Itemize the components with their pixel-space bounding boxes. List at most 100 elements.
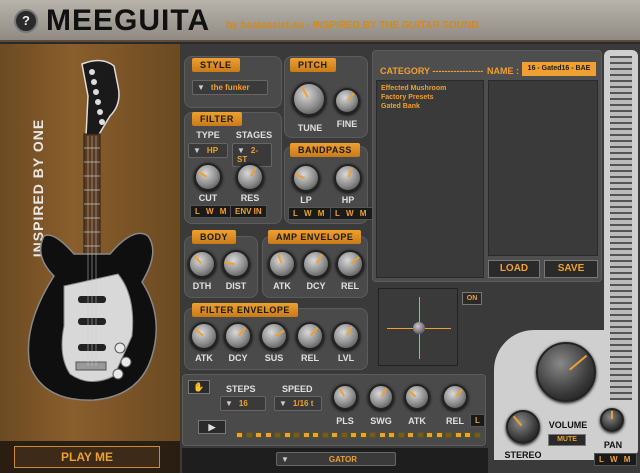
volume-label: VOLUME (548, 420, 588, 430)
tune-label: TUNE (297, 123, 323, 133)
cut-label: CUT (198, 193, 218, 203)
step-led[interactable] (302, 432, 310, 438)
dth-knob[interactable] (188, 250, 216, 278)
dropdown-arrow-icon: ▼ (193, 146, 201, 155)
category-item[interactable]: Factory Presets (377, 93, 483, 102)
speed-select[interactable]: ▼ 1/16 t (274, 396, 322, 411)
guitar-image-icon (27, 59, 157, 401)
fenv-lvl-label: LVL (337, 353, 355, 363)
step-led[interactable] (293, 432, 300, 438)
load-button[interactable]: LOAD (488, 260, 540, 278)
res-knob[interactable] (236, 163, 264, 191)
fine-knob[interactable] (334, 88, 360, 114)
pattern-select[interactable]: ▼ GATOR (276, 452, 396, 466)
lp-knob[interactable] (292, 164, 320, 192)
amp-rel-label: REL (341, 281, 359, 291)
step-led[interactable] (454, 432, 462, 438)
step-led[interactable] (407, 432, 414, 438)
seq-rel-knob[interactable] (442, 384, 468, 410)
step-led[interactable] (264, 432, 272, 438)
pls-label: PLS (336, 416, 354, 426)
pan-lwm-selector[interactable]: L W M (594, 453, 638, 466)
seq-l-toggle[interactable]: L (470, 414, 485, 427)
play-me-button[interactable]: PLAY ME (14, 446, 160, 468)
step-led[interactable] (426, 432, 433, 438)
step-led[interactable] (236, 432, 243, 438)
level-meter (610, 56, 632, 400)
pls-knob[interactable] (332, 384, 358, 410)
volume-knob[interactable] (536, 342, 596, 402)
step-led[interactable] (369, 432, 376, 438)
app-logo-title: MEEGUITA (46, 4, 211, 37)
step-led[interactable] (245, 432, 253, 438)
amp-atk-knob[interactable] (268, 250, 296, 278)
fenv-atk-knob[interactable] (190, 322, 218, 350)
xy-pad-handle[interactable] (413, 322, 425, 334)
step-led[interactable] (340, 432, 348, 438)
fenv-dcy-knob[interactable] (224, 322, 252, 350)
category-item[interactable]: Gated Bank (377, 102, 483, 111)
steps-select[interactable]: ▼ 16 (220, 396, 266, 411)
step-led[interactable] (378, 432, 386, 438)
sequencer-play-button[interactable]: ▶ (198, 420, 226, 434)
help-button[interactable]: ? (14, 9, 38, 33)
category-item[interactable]: Effected Mushroom (377, 81, 483, 93)
swg-knob[interactable] (368, 384, 394, 410)
filter-stages-label: STAGES (235, 130, 273, 140)
dist-knob[interactable] (222, 250, 250, 278)
fenv-lvl-knob[interactable] (332, 322, 360, 350)
fenv-atk-label: ATK (195, 353, 213, 363)
tune-knob[interactable] (292, 82, 326, 116)
fenv-dcy-label: DCY (228, 353, 248, 363)
step-led[interactable] (359, 432, 367, 438)
step-led[interactable] (255, 432, 262, 438)
category-list[interactable]: Effected Mushroom Factory Presets Gated … (376, 80, 484, 278)
xy-on-button[interactable]: ON (462, 292, 482, 305)
step-led[interactable] (331, 432, 338, 438)
lp-lwm-selector[interactable]: L W M (288, 207, 332, 220)
stereo-label: STEREO (504, 450, 542, 460)
hp-knob[interactable] (334, 164, 362, 192)
dropdown-arrow-icon: ▼ (197, 83, 205, 92)
preset-name-field[interactable]: 16 - Gated16 - BAE (522, 62, 596, 76)
step-led[interactable] (283, 432, 291, 438)
mute-button[interactable]: MUTE (548, 434, 586, 446)
filter-label: FILTER (192, 112, 242, 126)
play-icon: ▶ (208, 422, 216, 432)
category-label: CATEGORY ----------------- (380, 66, 484, 76)
step-led[interactable] (388, 432, 395, 438)
hp-lwm-selector[interactable]: L W M (330, 207, 374, 220)
amp-rel-knob[interactable] (336, 250, 364, 278)
app-tagline: by beatassist.eu - INSPIRED BY THE GUITA… (226, 20, 479, 31)
steps-value: 16 (238, 399, 248, 408)
dropdown-arrow-icon: ▼ (281, 455, 289, 464)
step-led[interactable] (416, 432, 424, 438)
pan-knob[interactable] (600, 408, 624, 432)
style-select[interactable]: ▼ the funker (192, 80, 268, 95)
stereo-knob[interactable] (506, 410, 540, 444)
env-in-button[interactable]: ENV IN (230, 205, 267, 218)
pan-label: PAN (603, 440, 623, 450)
step-led[interactable] (473, 432, 481, 438)
step-leds (236, 432, 486, 440)
cut-lwm-selector[interactable]: L W M (190, 205, 234, 218)
step-led[interactable] (445, 432, 452, 438)
sequencer-enable-button[interactable]: ✋ (188, 380, 210, 394)
step-led[interactable] (464, 432, 471, 438)
filter-type-select[interactable]: ▼ HP (188, 143, 228, 158)
preset-list[interactable] (488, 80, 598, 256)
save-button[interactable]: SAVE (544, 260, 598, 278)
step-led[interactable] (312, 432, 319, 438)
xy-pad[interactable] (378, 288, 458, 366)
seq-atk-knob[interactable] (404, 384, 430, 410)
step-led[interactable] (350, 432, 357, 438)
fenv-rel-knob[interactable] (296, 322, 324, 350)
amp-dcy-knob[interactable] (302, 250, 330, 278)
fenv-sus-knob[interactable] (260, 322, 288, 350)
step-led[interactable] (321, 432, 329, 438)
cut-knob[interactable] (194, 163, 222, 191)
step-led[interactable] (274, 432, 281, 438)
seq-rel-label: REL (446, 416, 464, 426)
step-led[interactable] (397, 432, 405, 438)
step-led[interactable] (435, 432, 443, 438)
